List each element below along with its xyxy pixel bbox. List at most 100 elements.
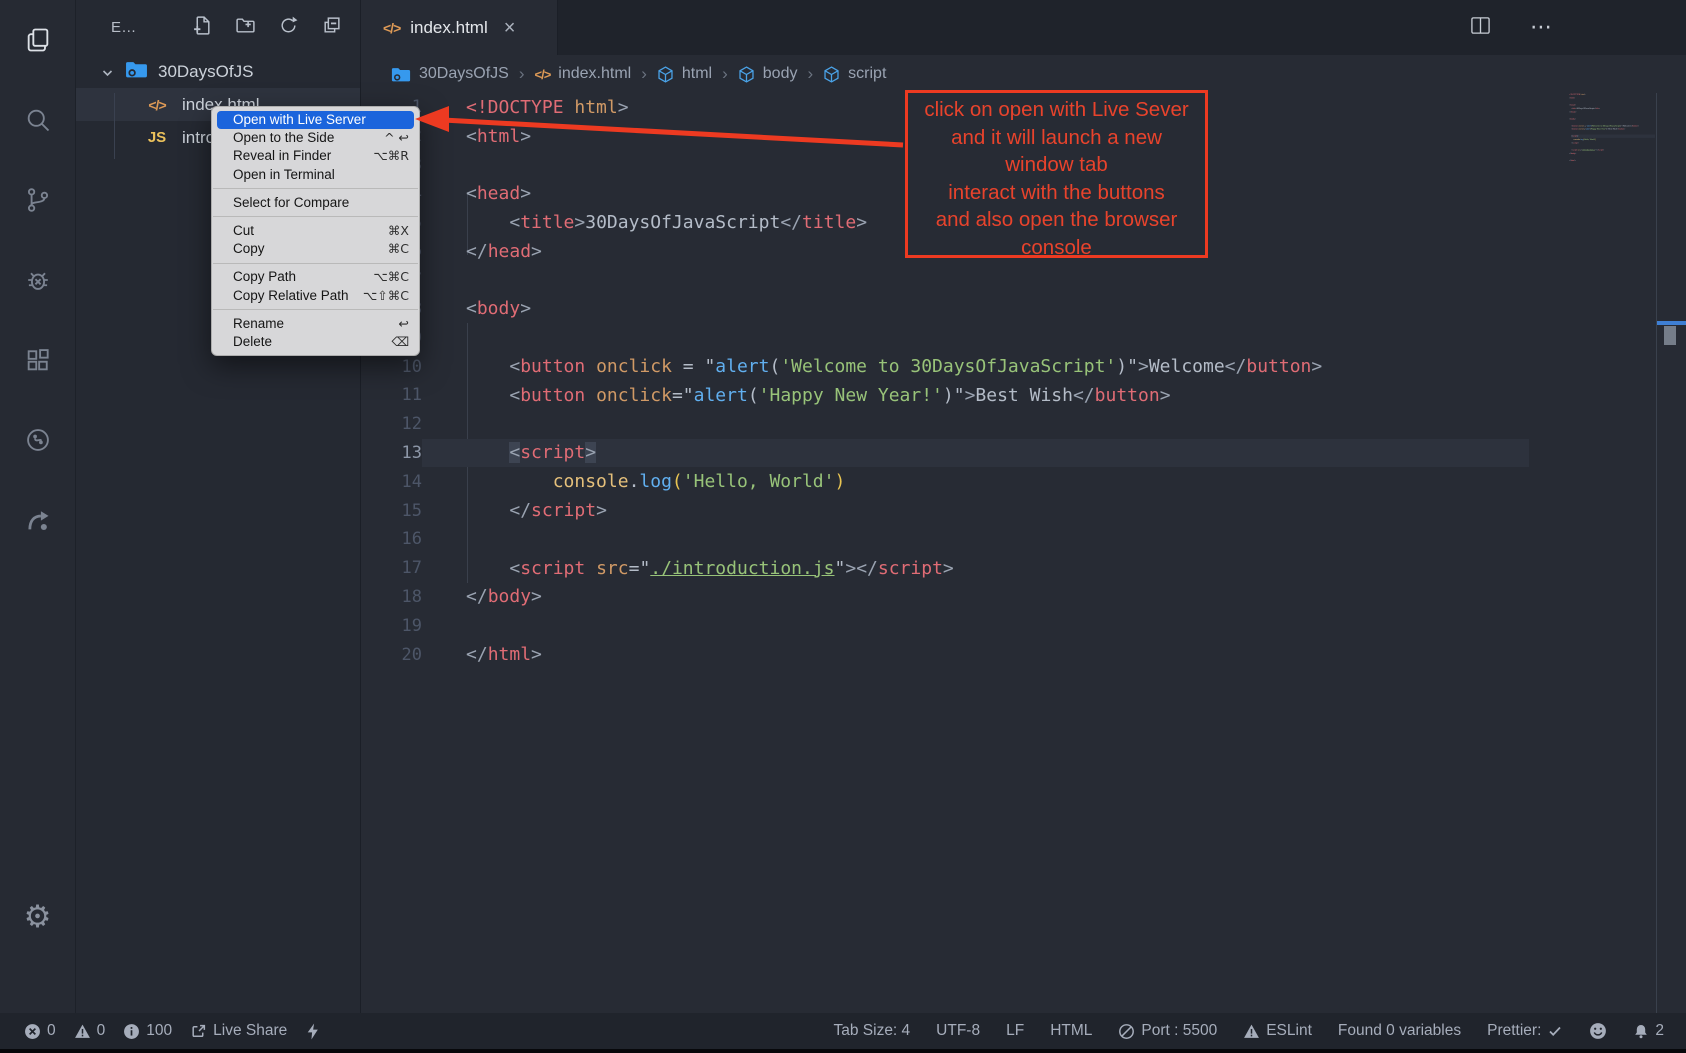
new-file-icon[interactable] [192, 15, 213, 41]
code-line-12[interactable]: 12 [361, 410, 1655, 439]
bell-icon [1633, 1023, 1649, 1040]
status-item-html[interactable]: HTML [1050, 1022, 1092, 1040]
status-item-smiley-icon[interactable] [1589, 1022, 1607, 1040]
status-item-100[interactable]: 100 [123, 1022, 172, 1040]
html-file-icon: </> [534, 67, 550, 82]
menu-item-cut[interactable]: Cut⌘X [212, 222, 419, 240]
status-item-label: HTML [1050, 1022, 1092, 1040]
status-item-bolt-icon[interactable] [305, 1023, 320, 1040]
code-line-17[interactable]: 17 <script src="./introduction.js"></scr… [361, 554, 1655, 583]
status-item-tab-size-4[interactable]: Tab Size: 4 [833, 1022, 910, 1040]
line-number: 13 [361, 443, 422, 463]
menu-item-copy-relative-path[interactable]: Copy Relative Path⌥⇧⌘C [212, 287, 419, 305]
menu-shortcut: ↩ [399, 315, 409, 333]
menu-item-copy-path[interactable]: Copy Path⌥⌘C [212, 268, 419, 286]
timeline-icon[interactable] [0, 400, 75, 480]
status-item-port-5500[interactable]: Port : 5500 [1118, 1022, 1217, 1040]
explorer-title: E… [111, 19, 137, 36]
code-line-16[interactable]: 16 [361, 525, 1655, 554]
debug-icon[interactable] [0, 240, 75, 320]
split-editor-icon[interactable] [1469, 15, 1492, 41]
menu-shortcut: ⌥⇧⌘C [363, 287, 409, 305]
menu-item-open-with-live-server[interactable]: Open with Live Server [217, 111, 414, 129]
code-line-19[interactable]: 19 [361, 611, 1655, 640]
code-line-8[interactable]: 8<body> [361, 295, 1655, 324]
menu-shortcut: ^ ↩ [384, 129, 409, 147]
code-line-20[interactable]: 20</html> [361, 640, 1655, 669]
chevron-down-icon [102, 62, 113, 82]
menu-item-delete[interactable]: Delete⌫ [212, 333, 419, 351]
code-line-13[interactable]: 13 <script> [361, 439, 1655, 468]
breadcrumb-item-script[interactable]: script [823, 65, 886, 83]
status-item-lf[interactable]: LF [1006, 1022, 1024, 1040]
breadcrumb: 30DaysOfJS › </> index.html › html › bod… [361, 55, 1686, 93]
breadcrumb-separator: › [722, 64, 728, 84]
status-item-label: 0 [47, 1022, 56, 1040]
status-item-label: 100 [146, 1022, 172, 1040]
menu-item-copy[interactable]: Copy⌘C [212, 240, 419, 258]
breadcrumb-item-file[interactable]: </> index.html [534, 65, 631, 83]
tree-folder-30daysofjs[interactable]: 30DaysOfJS [76, 55, 360, 88]
folder-icon [125, 60, 148, 84]
code-line-9[interactable]: 9 [361, 323, 1655, 352]
menu-separator [213, 309, 418, 310]
menu-item-rename[interactable]: Rename↩ [212, 315, 419, 333]
status-item-label: 2 [1655, 1022, 1664, 1040]
code-line-11[interactable]: 11 <button onclick="alert('Happy New Yea… [361, 381, 1655, 410]
line-number: 12 [361, 414, 422, 434]
extensions-icon[interactable] [0, 320, 75, 400]
settings-gear-icon[interactable]: ⚙ [0, 899, 75, 935]
status-item-0[interactable]: 0 [24, 1022, 56, 1040]
code-line-7[interactable]: 7 [361, 266, 1655, 295]
symbol-cube-icon [657, 66, 674, 83]
menu-item-reveal-in-finder[interactable]: Reveal in Finder⌥⌘R [212, 147, 419, 165]
refresh-icon[interactable] [278, 15, 299, 41]
more-actions-icon[interactable]: ⋯ [1530, 15, 1554, 40]
live-share-icon [190, 1023, 207, 1040]
code-line-10[interactable]: 10 <button onclick = "alert('Welcome to … [361, 352, 1655, 381]
breadcrumb-item-html[interactable]: html [657, 65, 712, 83]
ruler-selection-marker [1664, 326, 1676, 345]
tab-strip: </> index.html × ⋯ [361, 0, 1686, 55]
smiley-icon [1589, 1022, 1607, 1040]
minimap[interactable]: 1<!DOCTYPE html>2<html>34<head>5 <title>… [1564, 93, 1655, 993]
status-item-utf-8[interactable]: UTF-8 [936, 1022, 980, 1040]
line-number: 16 [361, 529, 422, 549]
menu-shortcut: ⌘X [388, 222, 409, 240]
status-item-eslint[interactable]: ESLint [1243, 1022, 1312, 1040]
status-item-found-0-variables[interactable]: Found 0 variables [1338, 1022, 1461, 1040]
line-number: 18 [361, 587, 422, 607]
menu-item-open-in-terminal[interactable]: Open in Terminal [212, 166, 419, 184]
overview-ruler[interactable] [1656, 93, 1686, 1013]
status-item-label: 0 [97, 1022, 106, 1040]
tab-label: index.html [410, 18, 487, 38]
menu-item-open-to-the-side[interactable]: Open to the Side^ ↩ [212, 129, 419, 147]
status-right: Tab Size: 4 UTF-8 LF HTML Port : 5500 ESLint F… [833, 1022, 1686, 1040]
breadcrumb-item-folder[interactable]: 30DaysOfJS [391, 65, 509, 83]
close-icon[interactable]: × [504, 18, 516, 38]
status-item-2[interactable]: 2 [1633, 1022, 1664, 1040]
menu-separator [213, 263, 418, 264]
code-line-14[interactable]: 14 console.log('Hello, World') [361, 467, 1655, 496]
minimap-content: 1<!DOCTYPE html>2<html>34<head>5 <title>… [1564, 93, 1655, 162]
menu-separator [213, 216, 418, 217]
code-line-15[interactable]: 15 </script> [361, 496, 1655, 525]
new-folder-icon[interactable] [235, 15, 256, 41]
live-share-icon[interactable] [0, 480, 75, 560]
context-menu: Open with Live ServerOpen to the Side^ ↩… [211, 106, 420, 356]
ruler-cursor-marker [1657, 321, 1686, 325]
folder-icon [391, 66, 411, 83]
menu-item-select-for-compare[interactable]: Select for Compare [212, 194, 419, 212]
source-control-icon[interactable] [0, 160, 75, 240]
collapse-all-icon[interactable] [321, 15, 342, 41]
line-number: 11 [361, 385, 422, 405]
status-item-label: Live Share [213, 1022, 287, 1040]
status-item-0[interactable]: 0 [74, 1022, 106, 1040]
status-item-live-share[interactable]: Live Share [190, 1022, 287, 1040]
search-icon[interactable] [0, 80, 75, 160]
tab-index-html[interactable]: </> index.html × [361, 0, 558, 55]
breadcrumb-item-body[interactable]: body [738, 65, 798, 83]
explorer-icon[interactable] [0, 0, 75, 80]
code-line-18[interactable]: 18</body> [361, 583, 1655, 612]
status-item-prettier[interactable]: Prettier: [1487, 1022, 1563, 1040]
